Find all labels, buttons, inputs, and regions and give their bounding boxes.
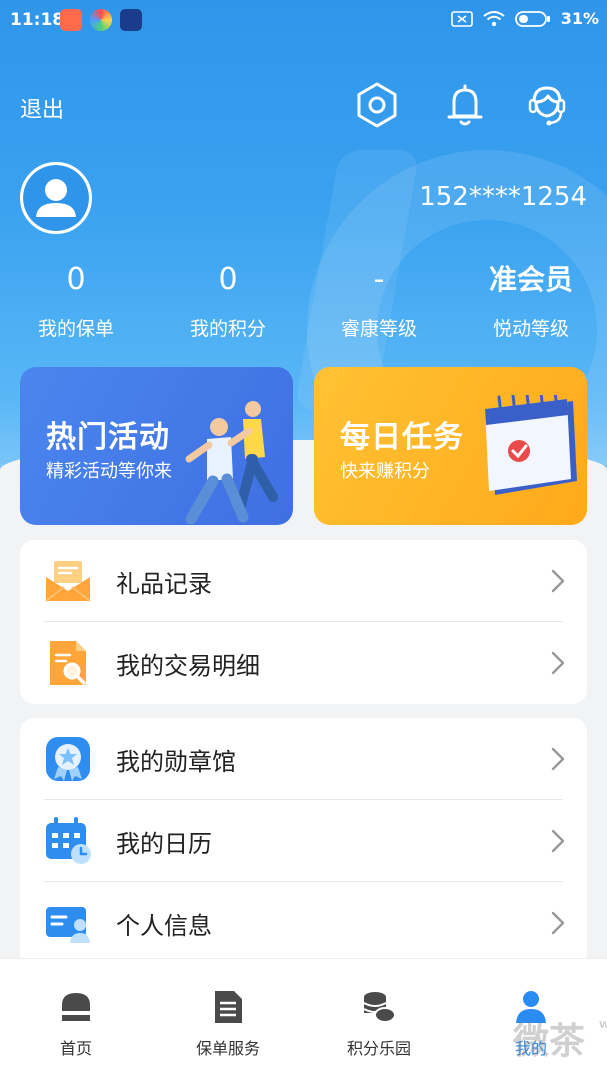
- chevron-right-icon: [551, 911, 565, 935]
- menu-item-my-calendar[interactable]: 我的日历: [20, 800, 587, 882]
- hot-activities-card[interactable]: 热门活动 精彩活动等你来: [20, 367, 293, 525]
- chevron-right-icon: [551, 829, 565, 853]
- home-icon: [62, 993, 90, 1021]
- tab-points-park[interactable]: 积分乐园: [319, 989, 439, 1059]
- avatar[interactable]: [20, 162, 92, 234]
- tab-label: 积分乐园: [346, 1039, 411, 1058]
- calendar-illustration: [485, 395, 577, 495]
- notification-app-icon: [60, 9, 82, 31]
- stat-label: 睿康等级: [340, 318, 417, 340]
- watermark-logo: 微茶 WXCHA: [512, 1012, 607, 1064]
- stat-value: 0: [66, 262, 86, 297]
- card-title: 热门活动: [46, 420, 170, 455]
- daily-tasks-card[interactable]: 每日任务 快来赚积分: [314, 367, 587, 525]
- watermark-text: 微茶: [512, 1021, 585, 1062]
- avatar-person-icon: [23, 165, 89, 231]
- user-phone-number: 152****1254: [419, 182, 587, 212]
- logout-button[interactable]: 退出: [20, 92, 64, 124]
- bell-icon[interactable]: [440, 80, 490, 130]
- menu-group-personal: 我的勋章馆 我的日历 个人信息: [20, 718, 587, 968]
- settings-icon[interactable]: [352, 80, 402, 130]
- card-title: 每日任务: [340, 420, 464, 455]
- stat-yuedong-level[interactable]: 准会员 悦动等级: [471, 258, 591, 341]
- notification-app-icon: [90, 9, 112, 31]
- stat-value: 准会员: [488, 263, 573, 296]
- menu-item-medal-hall[interactable]: 我的勋章馆: [20, 718, 587, 800]
- status-bar: 11:18 31%: [0, 0, 607, 40]
- stat-my-points[interactable]: 0 我的积分: [168, 258, 288, 341]
- wifi-icon: [483, 10, 505, 26]
- transaction-doc-icon: [50, 641, 86, 685]
- menu-item-label: 我的交易明细: [116, 651, 260, 680]
- coins-icon: [363, 992, 396, 1023]
- chevron-right-icon: [551, 569, 565, 593]
- menu-item-personal-info[interactable]: 个人信息: [20, 882, 587, 964]
- stat-label: 我的保单: [37, 318, 114, 340]
- tab-home[interactable]: 首页: [16, 989, 136, 1059]
- menu-item-transaction-details[interactable]: 我的交易明细: [20, 622, 587, 704]
- sim-icon: [450, 10, 473, 27]
- id-card-icon: [46, 907, 90, 943]
- battery-icon: [514, 10, 550, 27]
- stat-value: -: [373, 262, 385, 297]
- stat-my-policies[interactable]: 0 我的保单: [16, 258, 136, 341]
- stat-ruikang-level[interactable]: - 睿康等级: [319, 258, 439, 341]
- chevron-right-icon: [551, 747, 565, 771]
- tab-label: 保单服务: [195, 1039, 260, 1058]
- stat-label: 我的积分: [189, 318, 266, 340]
- notification-app-icon: [120, 9, 142, 31]
- menu-item-label: 个人信息: [116, 911, 212, 940]
- stat-label: 悦动等级: [492, 318, 569, 340]
- medal-icon: [46, 737, 90, 781]
- watermark-subtext: WXCHA: [598, 1020, 607, 1031]
- runners-illustration: [185, 401, 278, 525]
- menu-item-label: 礼品记录: [116, 569, 212, 598]
- card-subtitle: 快来赚积分: [340, 461, 430, 482]
- battery-percent: 31%: [560, 9, 599, 28]
- chevron-right-icon: [551, 651, 565, 675]
- tab-label: 首页: [59, 1039, 92, 1058]
- gift-envelope-icon: [45, 561, 91, 602]
- menu-group-records: 礼品记录 我的交易明细: [20, 540, 587, 704]
- policy-doc-icon: [215, 991, 242, 1023]
- card-subtitle: 精彩活动等你来: [46, 461, 172, 482]
- status-time: 11:18: [10, 10, 65, 30]
- stat-value: 0: [218, 262, 238, 297]
- customer-service-icon[interactable]: [522, 80, 572, 130]
- menu-item-label: 我的勋章馆: [116, 747, 236, 776]
- calendar-icon: [46, 817, 91, 864]
- menu-item-label: 我的日历: [116, 829, 212, 858]
- menu-item-gift-records[interactable]: 礼品记录: [20, 540, 587, 622]
- tab-policy-service[interactable]: 保单服务: [168, 989, 288, 1059]
